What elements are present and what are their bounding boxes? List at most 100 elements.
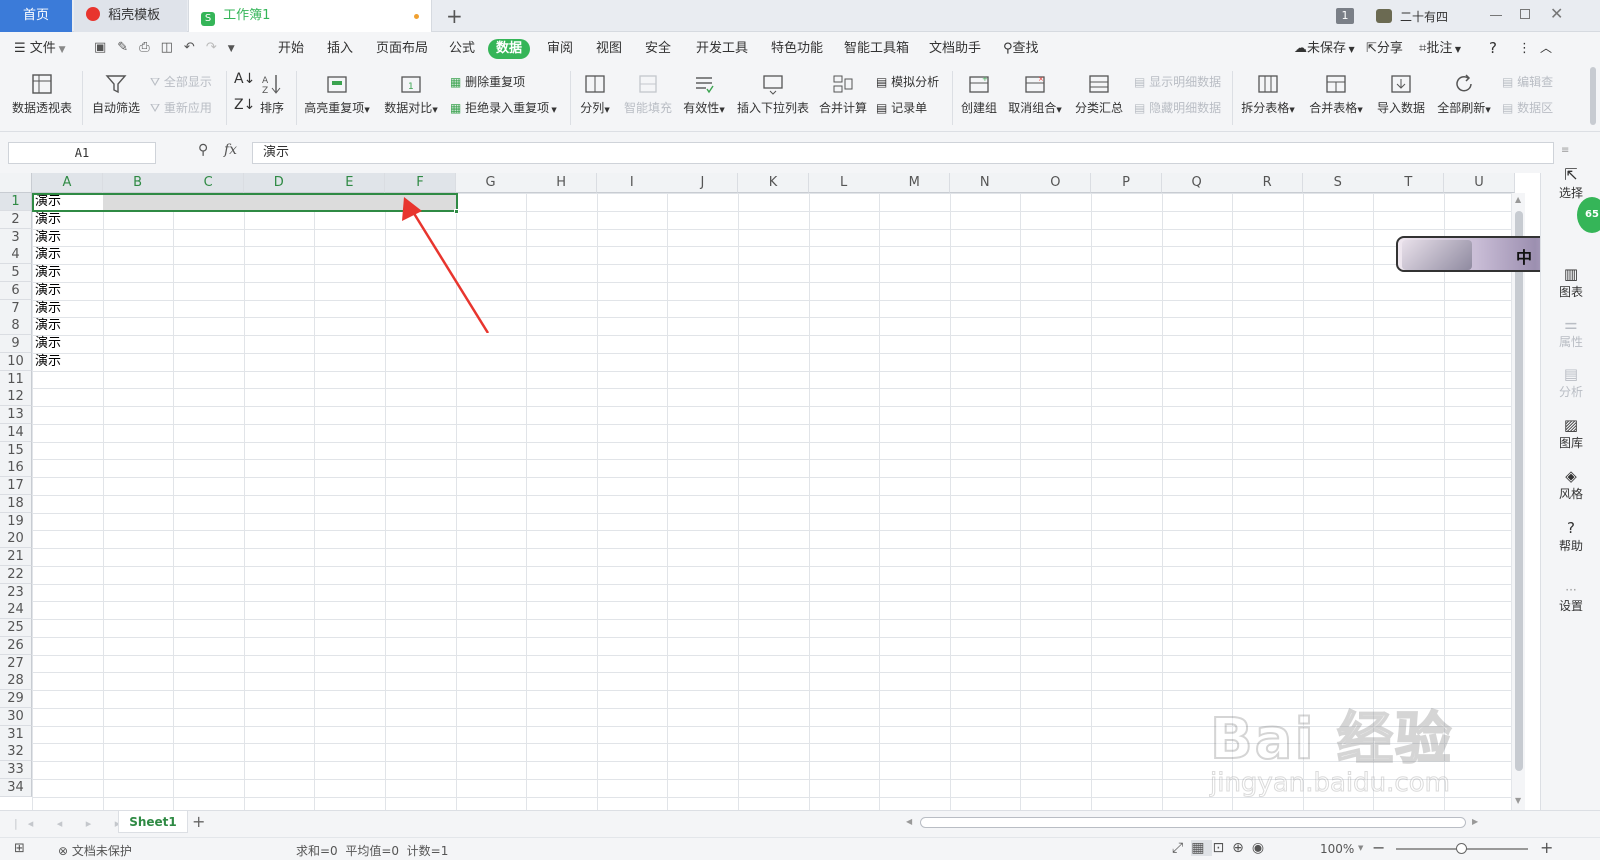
fx-button[interactable]: fx: [224, 142, 237, 158]
undo-icon[interactable]: ↶: [184, 40, 206, 55]
merge-table-button[interactable]: 合并表格▼: [1306, 69, 1366, 116]
sort-button[interactable]: AZ 排序: [256, 69, 288, 116]
menu-view[interactable]: 视图: [596, 32, 622, 65]
zoom-formula-icon[interactable]: ⚲: [198, 142, 208, 158]
panel-style[interactable]: ◈ 风格: [1541, 467, 1600, 502]
scroll-down-icon[interactable]: ▼: [1515, 796, 1521, 805]
smart-fill-button[interactable]: 智能填充: [622, 69, 674, 116]
file-menu[interactable]: ☰ 文件 ▼: [14, 32, 66, 65]
panel-settings[interactable]: ··· 设置: [1541, 583, 1600, 614]
split-table-button[interactable]: 拆分表格▼: [1238, 69, 1298, 116]
menu-data[interactable]: 数据: [488, 39, 531, 59]
minimize-icon[interactable]: [1490, 15, 1502, 16]
cell-a7[interactable]: 演示: [32, 300, 103, 318]
close-icon[interactable]: ✕: [1550, 4, 1563, 23]
new-tab-button[interactable]: +: [446, 4, 463, 28]
cell-a3[interactable]: 演示: [32, 229, 103, 247]
add-sheet-button[interactable]: +: [192, 812, 205, 831]
more-icon[interactable]: ⋮: [1518, 32, 1531, 65]
remove-dup-button[interactable]: ▦ 删除重复项: [450, 73, 525, 90]
unsaved-button[interactable]: ☁未保存 ▼: [1294, 32, 1355, 65]
sheet-tab-sheet1[interactable]: Sheet1: [118, 811, 188, 833]
cell-a8[interactable]: 演示: [32, 317, 103, 335]
cell-a9[interactable]: 演示: [32, 335, 103, 353]
vertical-scrollbar[interactable]: ▲ ▼: [1511, 193, 1525, 810]
cell-a5[interactable]: 演示: [32, 264, 103, 282]
cell-a10[interactable]: 演示: [32, 353, 103, 371]
record-button[interactable]: ▤ 记录单: [876, 99, 927, 116]
help-icon[interactable]: ?: [1489, 32, 1497, 65]
user-avatar[interactable]: [1376, 9, 1392, 23]
save-icon[interactable]: ▣: [94, 40, 117, 55]
insert-dropdown-button[interactable]: 插入下拉列表: [736, 69, 810, 116]
menu-insert[interactable]: 插入: [327, 32, 353, 65]
menu-start[interactable]: 开始: [278, 32, 304, 65]
data-compare-button[interactable]: 1 数据对比▼: [382, 69, 440, 116]
zoom-slider[interactable]: [1396, 843, 1528, 854]
panel-gallery[interactable]: ▨ 图库: [1541, 416, 1600, 451]
panel-select[interactable]: ⇱ 选择: [1541, 165, 1600, 201]
cell-a4[interactable]: 演示: [32, 246, 103, 264]
horizontal-scroll-thumb[interactable]: [920, 817, 1466, 828]
menu-smart-toolbox[interactable]: 智能工具箱: [844, 32, 909, 65]
ungroup-button[interactable]: × 取消组合▼: [1006, 69, 1064, 116]
validity-button[interactable]: 有效性▼: [680, 69, 728, 116]
menu-review[interactable]: 审阅: [547, 32, 573, 65]
pivot-table-button[interactable]: 数据透视表: [10, 69, 74, 116]
ribbon-scrollbar[interactable]: [1590, 67, 1596, 125]
autofilter-button[interactable]: 自动筛选: [90, 69, 142, 116]
status-layout-icon[interactable]: ⊞: [14, 841, 25, 856]
customize-icon[interactable]: ▼: [228, 44, 246, 54]
sort-asc-icon[interactable]: A↓: [234, 71, 255, 87]
name-box[interactable]: A1: [8, 142, 156, 164]
zoom-dropdown-icon[interactable]: ▼: [1358, 844, 1363, 852]
menu-formula[interactable]: 公式: [449, 32, 475, 65]
menu-security[interactable]: 安全: [645, 32, 671, 65]
formula-input[interactable]: 演示: [252, 142, 1554, 164]
data-connection-button[interactable]: ▤ 数据区: [1502, 99, 1553, 116]
reapply-button[interactable]: ⛛ 重新应用: [150, 99, 212, 116]
reading-view-icon[interactable]: ⊕: [1232, 840, 1252, 856]
tab-workbook[interactable]: S 工作簿1: [188, 0, 432, 32]
simulate-button[interactable]: ▤ 模拟分析: [876, 73, 939, 90]
reject-dup-button[interactable]: ▦ 拒绝录入重复项 ▼: [450, 99, 557, 116]
menu-doc-assistant[interactable]: 文档助手: [929, 32, 981, 65]
protect-status[interactable]: ⊗ 文档未保护: [58, 842, 132, 859]
subtotal-button[interactable]: 分类汇总: [1072, 69, 1126, 116]
vertical-scroll-thumb[interactable]: [1515, 211, 1523, 771]
menu-page-layout[interactable]: 页面布局: [376, 32, 428, 65]
zoom-level[interactable]: 100%: [1320, 842, 1354, 856]
highlight-dup-button[interactable]: 高亮重复项▼: [302, 69, 372, 116]
horizontal-scrollbar[interactable]: ◀ ▶: [892, 816, 1492, 830]
window-count-badge[interactable]: 1: [1336, 8, 1354, 24]
tab-template[interactable]: 稻壳模板: [74, 0, 187, 32]
edit-query-button[interactable]: ▤ 编辑查: [1502, 73, 1553, 90]
sort-desc-icon[interactable]: Z↓: [234, 97, 255, 113]
format-painter-icon[interactable]: ✎: [117, 40, 139, 55]
eye-care-icon[interactable]: ◉: [1252, 840, 1272, 856]
redo-icon[interactable]: ↷: [206, 40, 228, 55]
panel-analysis[interactable]: ▤ 分析: [1541, 365, 1600, 400]
refresh-all-button[interactable]: 全部刷新▼: [1434, 69, 1494, 116]
share-button[interactable]: ⇱分享: [1366, 32, 1403, 65]
zoom-in-button[interactable]: +: [1540, 838, 1553, 857]
zoom-slider-thumb[interactable]: [1456, 843, 1467, 854]
create-group-button[interactable]: + 创建组: [958, 69, 1000, 116]
import-data-button[interactable]: 导入数据: [1374, 69, 1428, 116]
show-detail-button[interactable]: ▤ 显示明细数据: [1134, 73, 1221, 90]
scroll-right-icon[interactable]: ▶: [1472, 817, 1478, 826]
normal-view-icon[interactable]: ▦: [1191, 840, 1213, 856]
page-break-icon[interactable]: ⊡: [1212, 840, 1232, 856]
menu-developer[interactable]: 开发工具: [696, 32, 748, 65]
panel-property[interactable]: ⚌ 属性: [1541, 315, 1600, 350]
scroll-left-icon[interactable]: ◀: [906, 817, 912, 826]
search-menu[interactable]: ⚲查找: [1003, 32, 1039, 65]
show-all-button[interactable]: ⛛ 全部显示: [150, 73, 212, 90]
merge-calc-button[interactable]: 合并计算: [818, 69, 868, 116]
split-column-button[interactable]: 分列▼: [576, 69, 614, 116]
green-badge[interactable]: 65: [1577, 197, 1600, 233]
panel-chart[interactable]: ▥ 图表: [1541, 265, 1600, 300]
comment-button[interactable]: ⌗批注 ▼: [1419, 32, 1461, 65]
print-preview-icon[interactable]: ◫: [161, 40, 184, 55]
cell-a2[interactable]: 演示: [32, 211, 103, 229]
